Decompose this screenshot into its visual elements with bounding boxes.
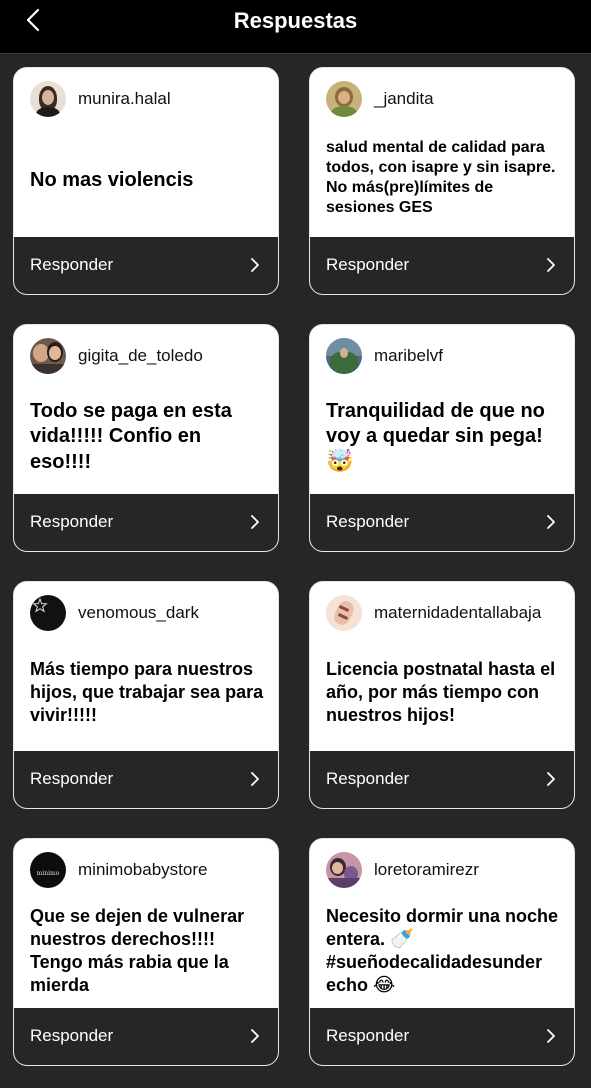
answer-text: Licencia postnatal hasta el año, por más… — [326, 659, 556, 726]
card-user[interactable]: loretoramirezr — [326, 852, 479, 888]
answer-text: Tranquilidad de que no voy a quedar sin … — [326, 399, 560, 475]
avatar[interactable] — [326, 81, 362, 117]
card-body: munira.halal No mas violencis — [14, 68, 278, 238]
card-body: _jandita salud mental de calidad para to… — [310, 68, 574, 238]
username: minimobabystore — [78, 860, 208, 879]
card-body: loretoramirezr Necesito dormir una noche… — [310, 839, 574, 1009]
tears-of-joy-emoji: 😂 — [373, 975, 396, 997]
reply-label[interactable]: Responder — [30, 255, 113, 275]
avatar[interactable]: minimo — [30, 852, 66, 888]
avatar[interactable] — [326, 595, 362, 631]
reply-label[interactable]: Responder — [326, 255, 409, 275]
card-body: maribelvf Tranquilidad de que no voy a q… — [310, 325, 574, 495]
answer-message: Necesito dormir una noche entera. — [326, 906, 559, 950]
answer-text: Más tiempo para nuestros hijos, que trab… — [30, 659, 264, 726]
reply-label[interactable]: Responder — [326, 512, 409, 532]
avatar[interactable] — [30, 81, 66, 117]
username: munira.halal — [78, 89, 171, 108]
chevron-right-icon[interactable] — [250, 1028, 260, 1044]
chevron-right-icon[interactable] — [546, 1028, 556, 1044]
answer-hashtag: #sueñodecalidadesunder echo — [326, 952, 543, 996]
answer-text: No mas violencis — [30, 169, 194, 191]
card-body: maternidadentallabaja Licencia postnatal… — [310, 582, 574, 752]
baby-bottle-emoji: 🍼 — [390, 929, 414, 951]
answer-card: minimo minimobabystore Que se dejen de v… — [13, 838, 279, 1066]
chevron-right-icon[interactable] — [546, 514, 556, 530]
reply-bar[interactable]: Responder — [14, 494, 278, 551]
username: gigita_de_toledo — [78, 346, 203, 365]
avatar[interactable] — [30, 595, 66, 631]
avatar[interactable] — [30, 338, 66, 374]
chevron-right-icon[interactable] — [250, 771, 260, 787]
card-user[interactable]: venomous_dark — [30, 595, 199, 631]
star-icon — [32, 597, 48, 613]
card-body: gigita_de_toledo Todo se paga en esta vi… — [14, 325, 278, 495]
username: maribelvf — [374, 346, 443, 365]
chevron-right-icon[interactable] — [546, 257, 556, 273]
card-user[interactable]: _jandita — [326, 81, 434, 117]
chevron-right-icon[interactable] — [546, 771, 556, 787]
avatar[interactable] — [326, 852, 362, 888]
answer-card: _jandita salud mental de calidad para to… — [309, 67, 575, 295]
username: maternidadentallabaja — [374, 603, 542, 622]
exploding-head-emoji: 🤯 — [326, 447, 354, 473]
reply-bar[interactable]: Responder — [310, 1008, 574, 1065]
answer-card: venomous_dark Más tiempo para nuestros h… — [13, 581, 279, 809]
chevron-right-icon[interactable] — [250, 514, 260, 530]
reply-bar[interactable]: Responder — [310, 237, 574, 294]
reply-bar[interactable]: Responder — [14, 1008, 278, 1065]
avatar[interactable] — [326, 338, 362, 374]
card-body: minimo minimobabystore Que se dejen de v… — [14, 839, 278, 1009]
brand-logo-text: minimo — [36, 869, 60, 877]
username: _jandita — [374, 89, 434, 108]
answer-text: Que se dejen de vulnerar nuestros derech… — [30, 906, 245, 996]
reply-label[interactable]: Responder — [30, 769, 113, 789]
chevron-right-icon[interactable] — [250, 257, 260, 273]
answer-card: gigita_de_toledo Todo se paga en esta vi… — [13, 324, 279, 552]
username: loretoramirezr — [374, 860, 479, 879]
answer-message: Tranquilidad de que no voy a quedar sin … — [326, 400, 545, 448]
answer-card: maribelvf Tranquilidad de que no voy a q… — [309, 324, 575, 552]
answers-grid: munira.halal No mas violencis Responder … — [0, 0, 591, 1088]
card-user[interactable]: minimo minimobabystore — [30, 852, 207, 888]
reply-bar[interactable]: Responder — [310, 494, 574, 551]
answer-card: loretoramirezr Necesito dormir una noche… — [309, 838, 575, 1066]
card-user[interactable]: maternidadentallabaja — [326, 595, 541, 631]
reply-bar[interactable]: Responder — [310, 751, 574, 808]
reply-label[interactable]: Responder — [326, 769, 409, 789]
answer-text: Todo se paga en esta vida!!!!! Confio en… — [30, 400, 232, 473]
username: venomous_dark — [78, 603, 199, 622]
reply-label[interactable]: Responder — [30, 512, 113, 532]
card-user[interactable]: gigita_de_toledo — [30, 338, 203, 374]
answer-card: munira.halal No mas violencis Responder — [13, 67, 279, 295]
card-user[interactable]: munira.halal — [30, 81, 171, 117]
answer-text: salud mental de calidad para todos, con … — [326, 139, 556, 216]
answer-card: maternidadentallabaja Licencia postnatal… — [309, 581, 575, 809]
reply-label[interactable]: Responder — [326, 1026, 409, 1046]
reply-bar[interactable]: Responder — [14, 751, 278, 808]
reply-bar[interactable]: Responder — [14, 237, 278, 294]
card-body: venomous_dark Más tiempo para nuestros h… — [14, 582, 278, 752]
card-user[interactable]: maribelvf — [326, 338, 443, 374]
reply-label[interactable]: Responder — [30, 1026, 113, 1046]
answer-text: Necesito dormir una noche entera. 🍼 #sue… — [326, 905, 560, 997]
